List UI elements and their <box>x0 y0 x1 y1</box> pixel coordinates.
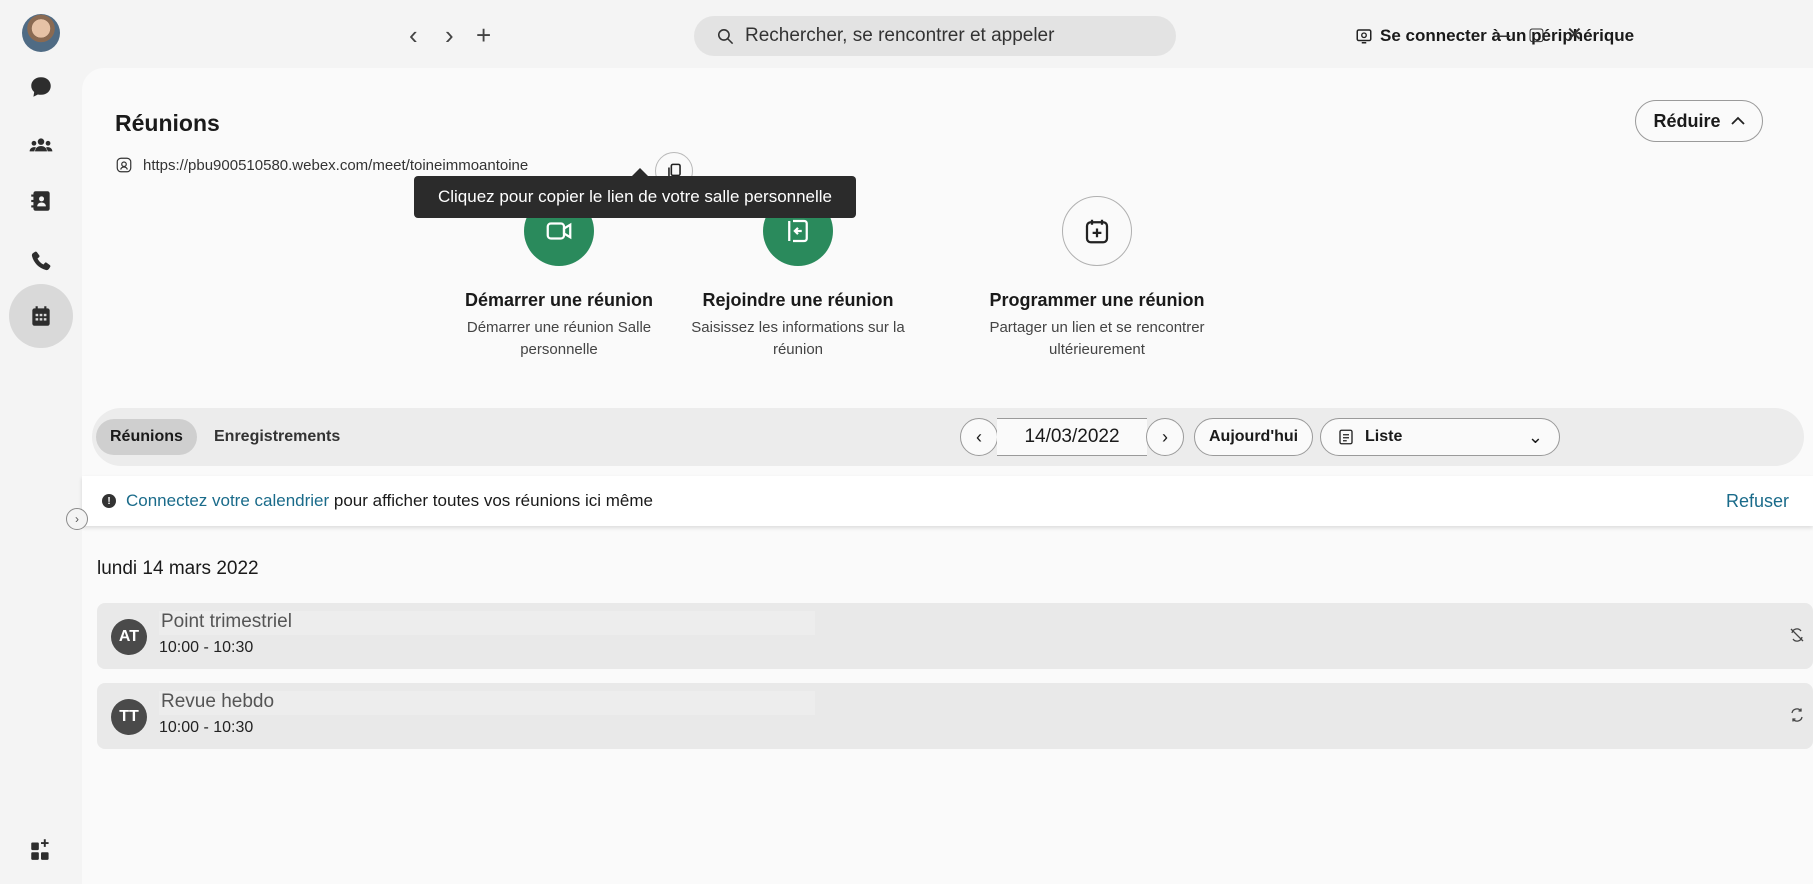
personal-room-link: https://pbu900510580.webex.com/meet/toin… <box>115 156 528 174</box>
view-select[interactable]: Liste ⌄ <box>1320 418 1560 456</box>
connect-device-button[interactable]: Se connecter à un périphérique <box>1355 26 1634 46</box>
join-meeting-action[interactable]: Rejoindre une réunion Saisissez les info… <box>648 196 948 361</box>
device-icon <box>1356 29 1372 44</box>
recurrence-icon <box>1791 708 1803 722</box>
meeting-name: Point trimestriel <box>159 611 815 635</box>
expand-sidebar-button[interactable]: › <box>66 508 88 530</box>
chevron-down-icon: ⌄ <box>1527 426 1543 447</box>
today-button[interactable]: Aujourd'hui <box>1194 418 1314 456</box>
join-meeting-subtitle: Saisissez les informations sur la réunio… <box>691 319 905 358</box>
left-rail <box>0 0 82 884</box>
meeting-time: 10:00 - 10:30 <box>159 719 254 736</box>
banner-text: pour afficher toutes vos réunions ici mê… <box>329 491 653 510</box>
filter-bar: Réunions Enregistrements ‹ 14/03/2022 › … <box>92 408 1804 466</box>
search-icon <box>717 28 734 44</box>
next-date-button[interactable]: › <box>1146 418 1184 456</box>
day-label: lundi 14 mars 2022 <box>97 558 259 579</box>
info-icon: ! <box>102 494 116 508</box>
meeting-time: 10:00 - 10:30 <box>159 639 254 656</box>
list-icon <box>1339 429 1353 445</box>
reduce-button[interactable]: Réduire <box>1635 100 1763 142</box>
messaging-icon[interactable] <box>16 62 66 112</box>
top-bar: ‹ › + Rechercher, se rencontrer et appel… <box>82 0 1813 74</box>
meetings-icon[interactable] <box>9 284 73 348</box>
forward-button[interactable]: › <box>445 20 454 50</box>
reduce-label: Réduire <box>1653 110 1721 131</box>
host-avatar: TT <box>111 699 147 735</box>
meetings-panel: Réunions https://pbu900510580.webex.com/… <box>82 68 1813 884</box>
page-title: Réunions <box>115 110 220 136</box>
connect-calendar-link[interactable]: Connectez votre calendrier <box>126 491 329 511</box>
previous-date-button[interactable]: ‹ <box>960 418 998 456</box>
app-hub-icon[interactable] <box>16 824 66 874</box>
join-meeting-title: Rejoindre une réunion <box>702 290 894 310</box>
search-bar[interactable]: Rechercher, se rencontrer et appeler <box>694 16 1176 56</box>
personal-room-url[interactable]: https://pbu900510580.webex.com/meet/toin… <box>143 157 528 174</box>
calendar-banner: ! Connectez votre calendrier pour affich… <box>82 476 1813 526</box>
teams-icon[interactable] <box>16 121 66 171</box>
meeting-item[interactable]: TT Revue hebdo 10:00 - 10:30 <box>97 683 1813 749</box>
tab-recordings[interactable]: Enregistrements <box>200 419 354 455</box>
calendar-add-icon <box>1062 196 1132 266</box>
schedule-meeting-title: Programmer une réunion <box>989 290 1205 310</box>
schedule-meeting-action[interactable]: Programmer une réunion Partager un lien … <box>947 196 1247 361</box>
personal-room-icon <box>116 157 132 173</box>
view-select-value: Liste <box>1365 428 1403 445</box>
meeting-name: Revue hebdo <box>159 691 815 715</box>
close-button[interactable]: ✕ <box>1566 22 1583 47</box>
host-avatar: AT <box>111 619 147 655</box>
schedule-meeting-subtitle: Partager un lien et se rencontrer ultéri… <box>989 319 1205 358</box>
user-avatar[interactable] <box>22 14 60 52</box>
maximize-button[interactable]: ▢ <box>1528 24 1545 45</box>
date-field[interactable]: 14/03/2022 <box>997 418 1147 456</box>
date-navigator: ‹ 14/03/2022 › <box>960 418 1184 456</box>
chevron-up-icon <box>1730 116 1745 125</box>
calls-icon[interactable] <box>16 236 66 286</box>
meeting-item[interactable]: AT Point trimestriel 10:00 - 10:30 <box>97 603 1813 669</box>
search-placeholder: Rechercher, se rencontrer et appeler <box>745 25 1055 46</box>
minimize-button[interactable]: – <box>1498 22 1510 48</box>
copy-link-tooltip: Cliquez pour copier le lien de votre sal… <box>414 168 856 218</box>
refuse-button[interactable]: Refuser <box>1726 491 1789 512</box>
webex-app: › ‹ › + Rechercher, se rencontrer et app… <box>0 0 1813 884</box>
back-button[interactable]: ‹ <box>409 20 418 50</box>
recurrence-off-icon <box>1790 628 1804 642</box>
contacts-icon[interactable] <box>16 176 66 226</box>
new-button[interactable]: + <box>476 20 491 50</box>
tab-meetings[interactable]: Réunions <box>96 419 197 455</box>
